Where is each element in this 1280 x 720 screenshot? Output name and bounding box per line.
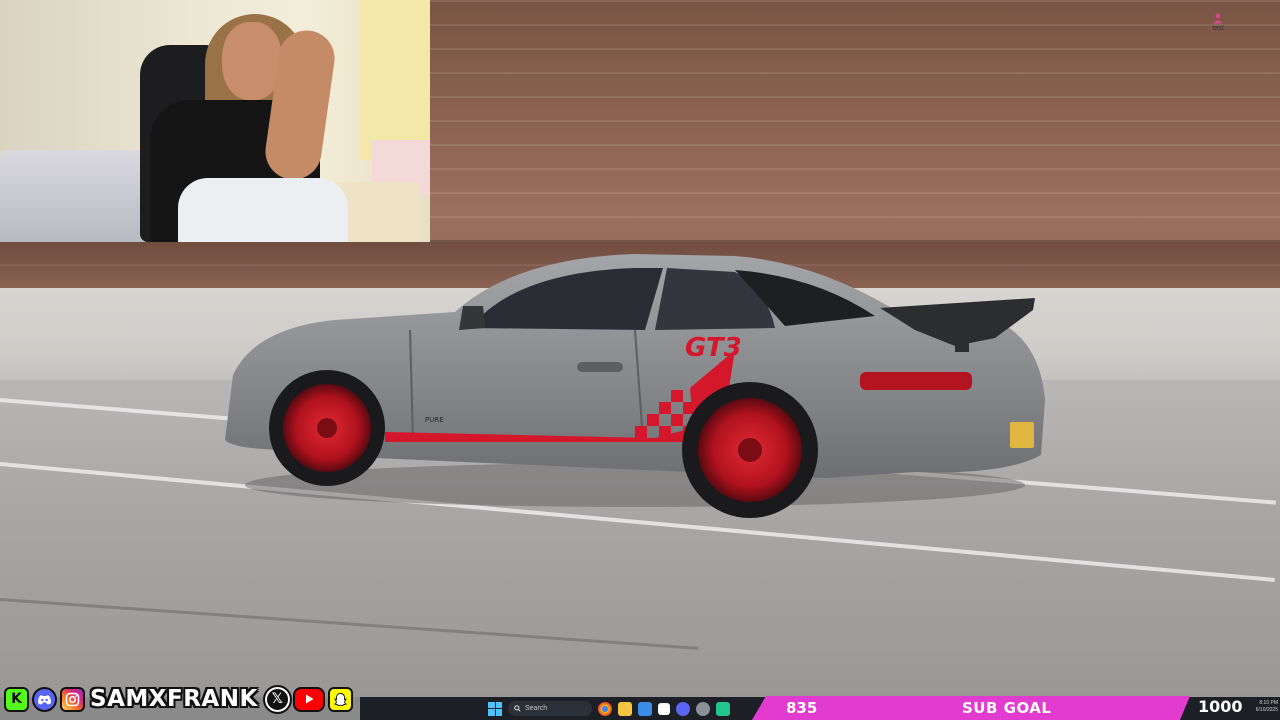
x-icon[interactable]: 𝕏 [262, 684, 292, 714]
folder-icon[interactable] [618, 701, 632, 716]
sub-goal-label: SUB GOAL [962, 699, 1052, 717]
chrome-icon[interactable] [598, 701, 612, 716]
gt3-decal: GT3 [685, 333, 742, 363]
store-icon[interactable] [638, 701, 652, 716]
porsche-car-image: GT3 PURE [225, 254, 1045, 518]
search-placeholder: Search [525, 705, 548, 712]
shortcut-label: test [1212, 25, 1224, 32]
sub-goal-bar: 835 SUB GOAL [752, 696, 1190, 720]
person-icon [1213, 13, 1223, 24]
youtube-icon[interactable] [292, 686, 325, 712]
bottom-overlay: Search K SAMXFRANK 𝕏 835 SUB GOAL 1000 8… [0, 681, 1280, 720]
snapchat-icon[interactable] [327, 686, 353, 712]
clock-date: 6/10/2025 [1255, 707, 1278, 713]
taskbar-search[interactable]: Search [508, 701, 592, 716]
instagram-icon[interactable] [60, 686, 85, 712]
sub-goal-target: 1000 [1198, 697, 1243, 716]
pure-decal: PURE [425, 416, 444, 424]
search-icon [514, 705, 521, 712]
discord-app-icon[interactable] [676, 701, 690, 716]
kick-icon[interactable]: K [4, 686, 29, 712]
sub-goal-current: 835 [786, 699, 818, 717]
bed [0, 150, 150, 242]
streamer-handle: SAMXFRANK [90, 686, 258, 712]
taskbar-clock[interactable]: 8:10 PM 6/10/2025 [1244, 700, 1278, 714]
windows-start-icon[interactable] [488, 701, 502, 716]
social-links: K SAMXFRANK 𝕏 [4, 683, 353, 715]
settings-icon[interactable] [696, 701, 710, 716]
webcam-overlay [0, 0, 430, 242]
discord-icon[interactable] [32, 686, 57, 712]
desktop-shortcut-test[interactable]: test [1205, 12, 1231, 38]
app-icon[interactable] [658, 702, 670, 715]
app-icon[interactable] [716, 701, 730, 716]
clock-time: 8:10 PM [1259, 700, 1278, 706]
